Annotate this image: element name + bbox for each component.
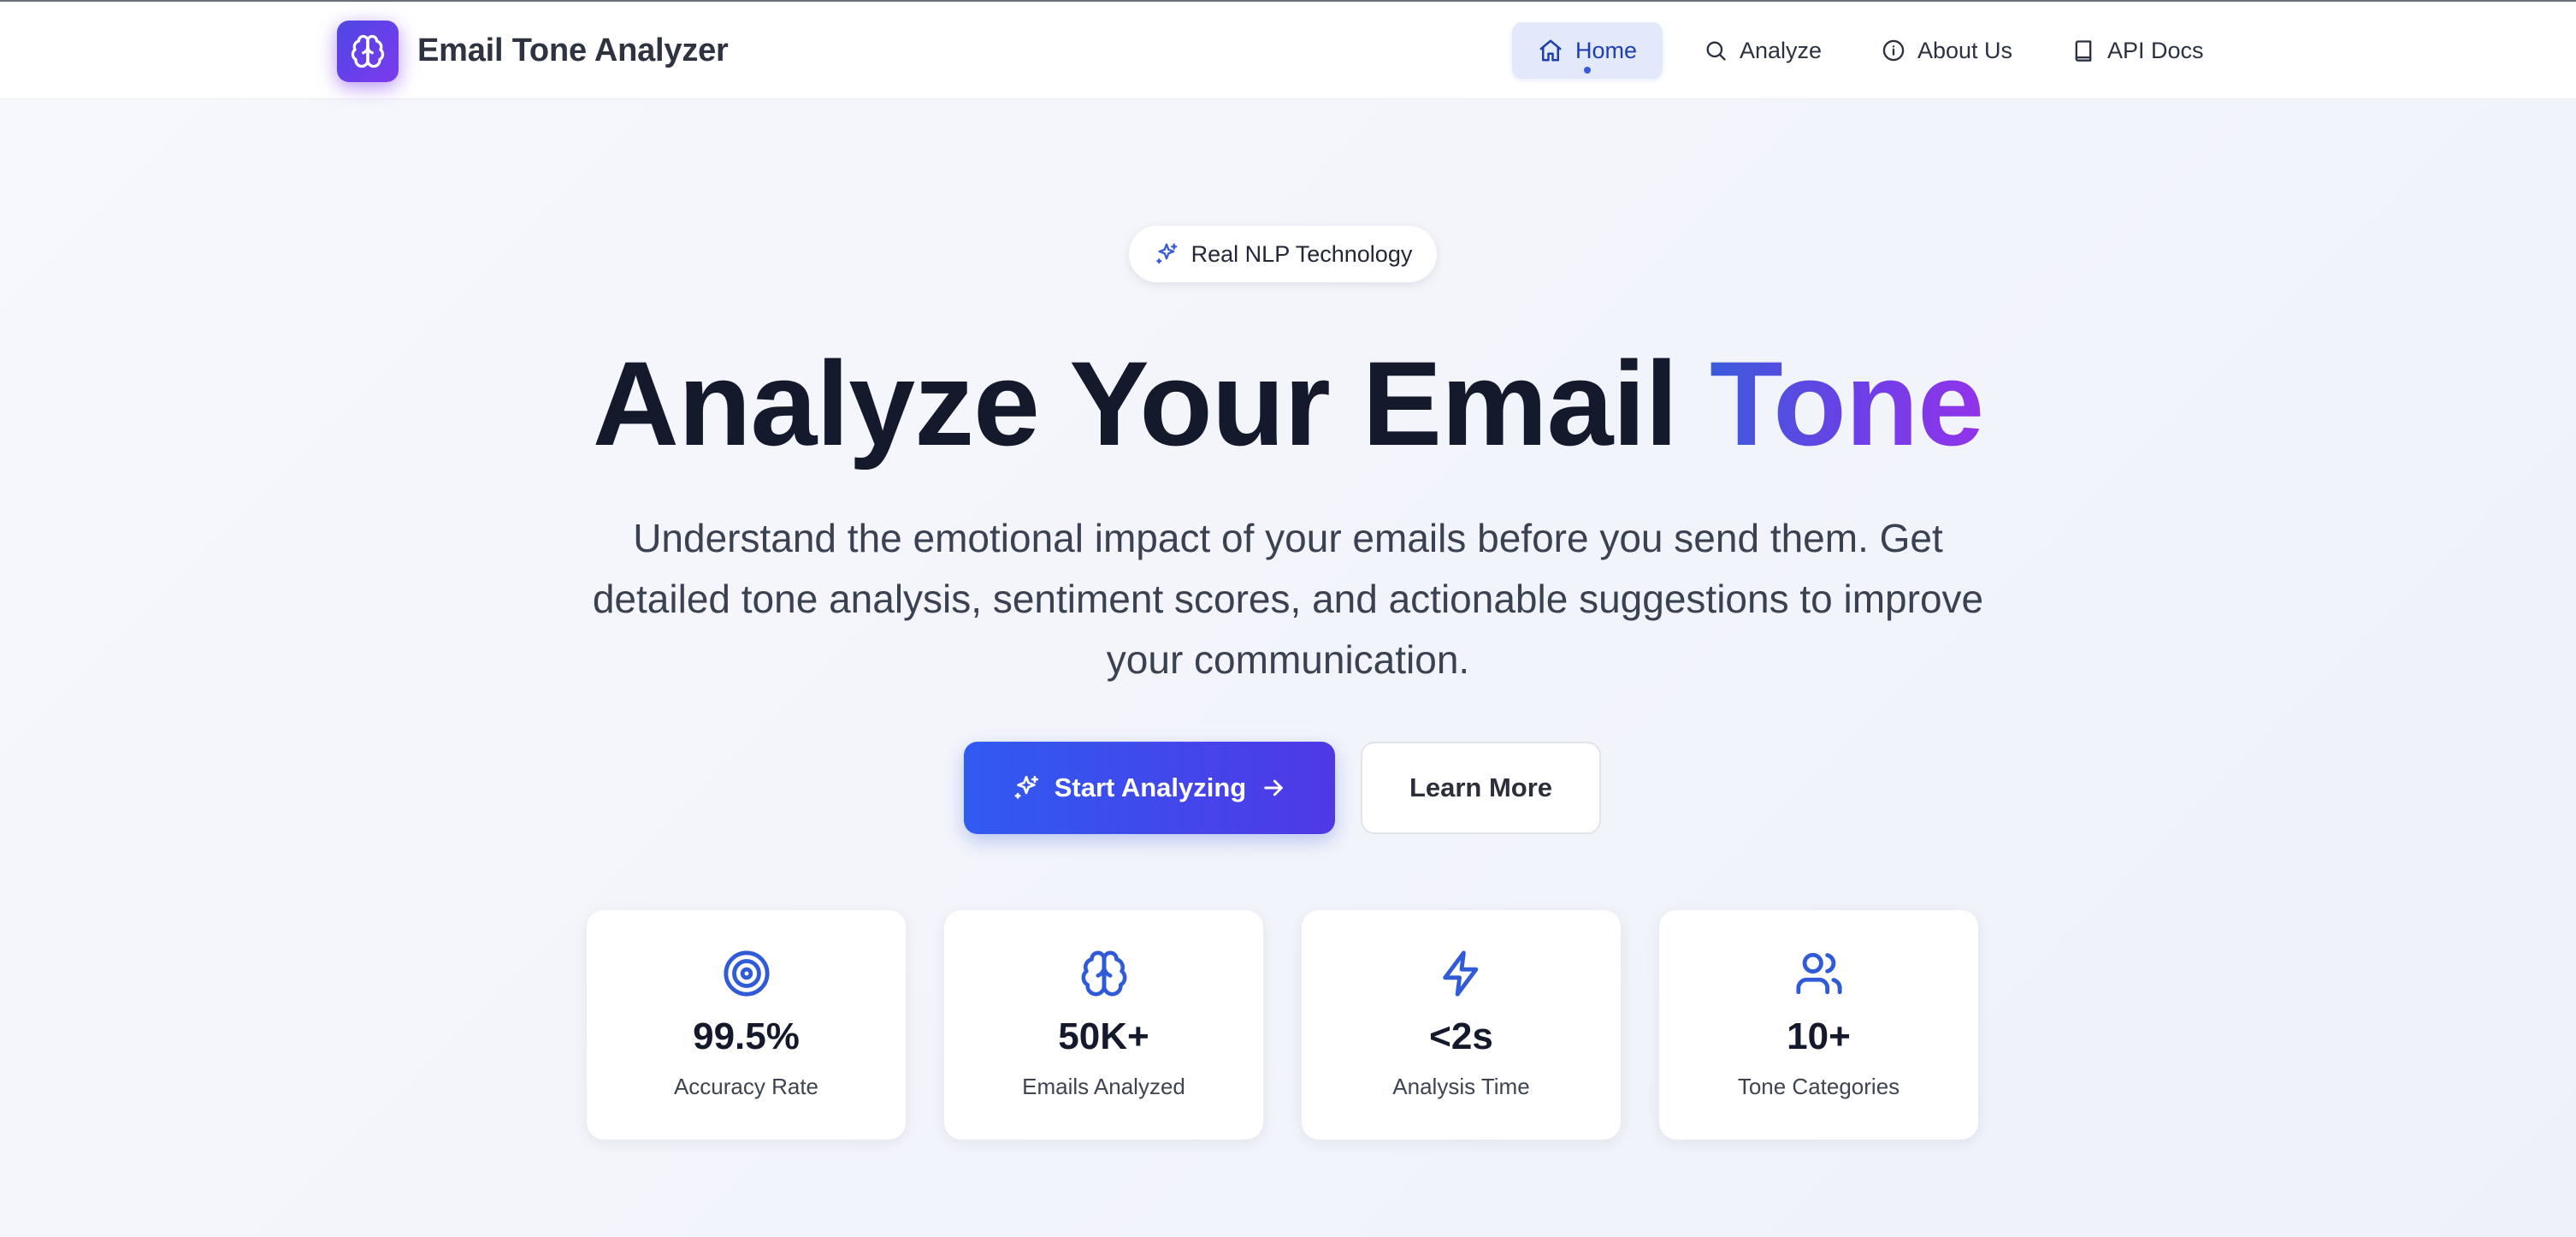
- badge-label: Real NLP Technology: [1191, 240, 1413, 267]
- hero-title-accent: Tone: [1710, 336, 1984, 471]
- arrow-right-icon: [1264, 779, 1284, 796]
- active-indicator-dot: [1584, 67, 1592, 74]
- nav-api-docs-label: API Docs: [2107, 37, 2204, 63]
- target-icon: [723, 950, 770, 997]
- stat-value: <2s: [1429, 1015, 1493, 1057]
- nav-api-docs[interactable]: API Docs: [2071, 22, 2204, 79]
- stat-card-emails-analyzed: 50K+ Emails Analyzed: [944, 910, 1263, 1139]
- users-icon: [1795, 952, 1842, 995]
- search-icon: [1706, 41, 1726, 61]
- stat-value: 50K+: [1058, 1015, 1149, 1057]
- stat-label: Analysis Time: [1392, 1074, 1530, 1099]
- stat-label: Tone Categories: [1737, 1074, 1900, 1099]
- brain-icon: [351, 34, 385, 68]
- start-analyzing-button[interactable]: Start Analyzing: [964, 742, 1335, 834]
- nav-about-us[interactable]: About Us: [1882, 22, 2012, 79]
- hero-title: Analyze Your Email Tone: [0, 335, 2576, 472]
- hero-title-main: Analyze Your Email: [592, 336, 1678, 471]
- learn-more-button[interactable]: Learn More: [1361, 742, 1601, 834]
- learn-more-label: Learn More: [1409, 772, 1553, 802]
- stat-card-accuracy: 99.5% Accuracy Rate: [587, 910, 906, 1139]
- brain-icon: [1081, 950, 1126, 997]
- brand-logo[interactable]: [337, 21, 399, 82]
- stat-value: 99.5%: [693, 1015, 800, 1057]
- home-icon: [1539, 39, 1562, 62]
- book-icon: [2075, 40, 2092, 62]
- info-icon: [1882, 39, 1905, 62]
- stat-label: Emails Analyzed: [1022, 1074, 1185, 1099]
- hero-subtitle: Understand the emotional impact of your …: [592, 516, 1984, 682]
- nav-analyze-label: Analyze: [1740, 37, 1823, 63]
- nlp-technology-badge: Real NLP Technology: [1129, 226, 1437, 282]
- nav-analyze[interactable]: Analyze: [1704, 22, 1822, 79]
- top-navbar: Email Tone Analyzer Home Analyze About U…: [0, 2, 2576, 99]
- start-analyzing-label: Start Analyzing: [1054, 772, 1247, 802]
- sparkles-icon: [1155, 243, 1178, 264]
- brand-title[interactable]: Email Tone Analyzer: [417, 31, 729, 70]
- lightning-icon: [1442, 950, 1478, 997]
- stat-value: 10+: [1787, 1015, 1851, 1057]
- stat-card-tone-categories: 10+ Tone Categories: [1659, 910, 1978, 1139]
- stat-card-analysis-time: <2s Analysis Time: [1302, 910, 1621, 1139]
- nav-home[interactable]: Home: [1512, 22, 1663, 79]
- stat-label: Accuracy Rate: [673, 1074, 819, 1099]
- nav-about-us-label: About Us: [1917, 37, 2013, 63]
- sparkles-icon: [1014, 775, 1038, 799]
- nav-home-label: Home: [1575, 37, 1638, 63]
